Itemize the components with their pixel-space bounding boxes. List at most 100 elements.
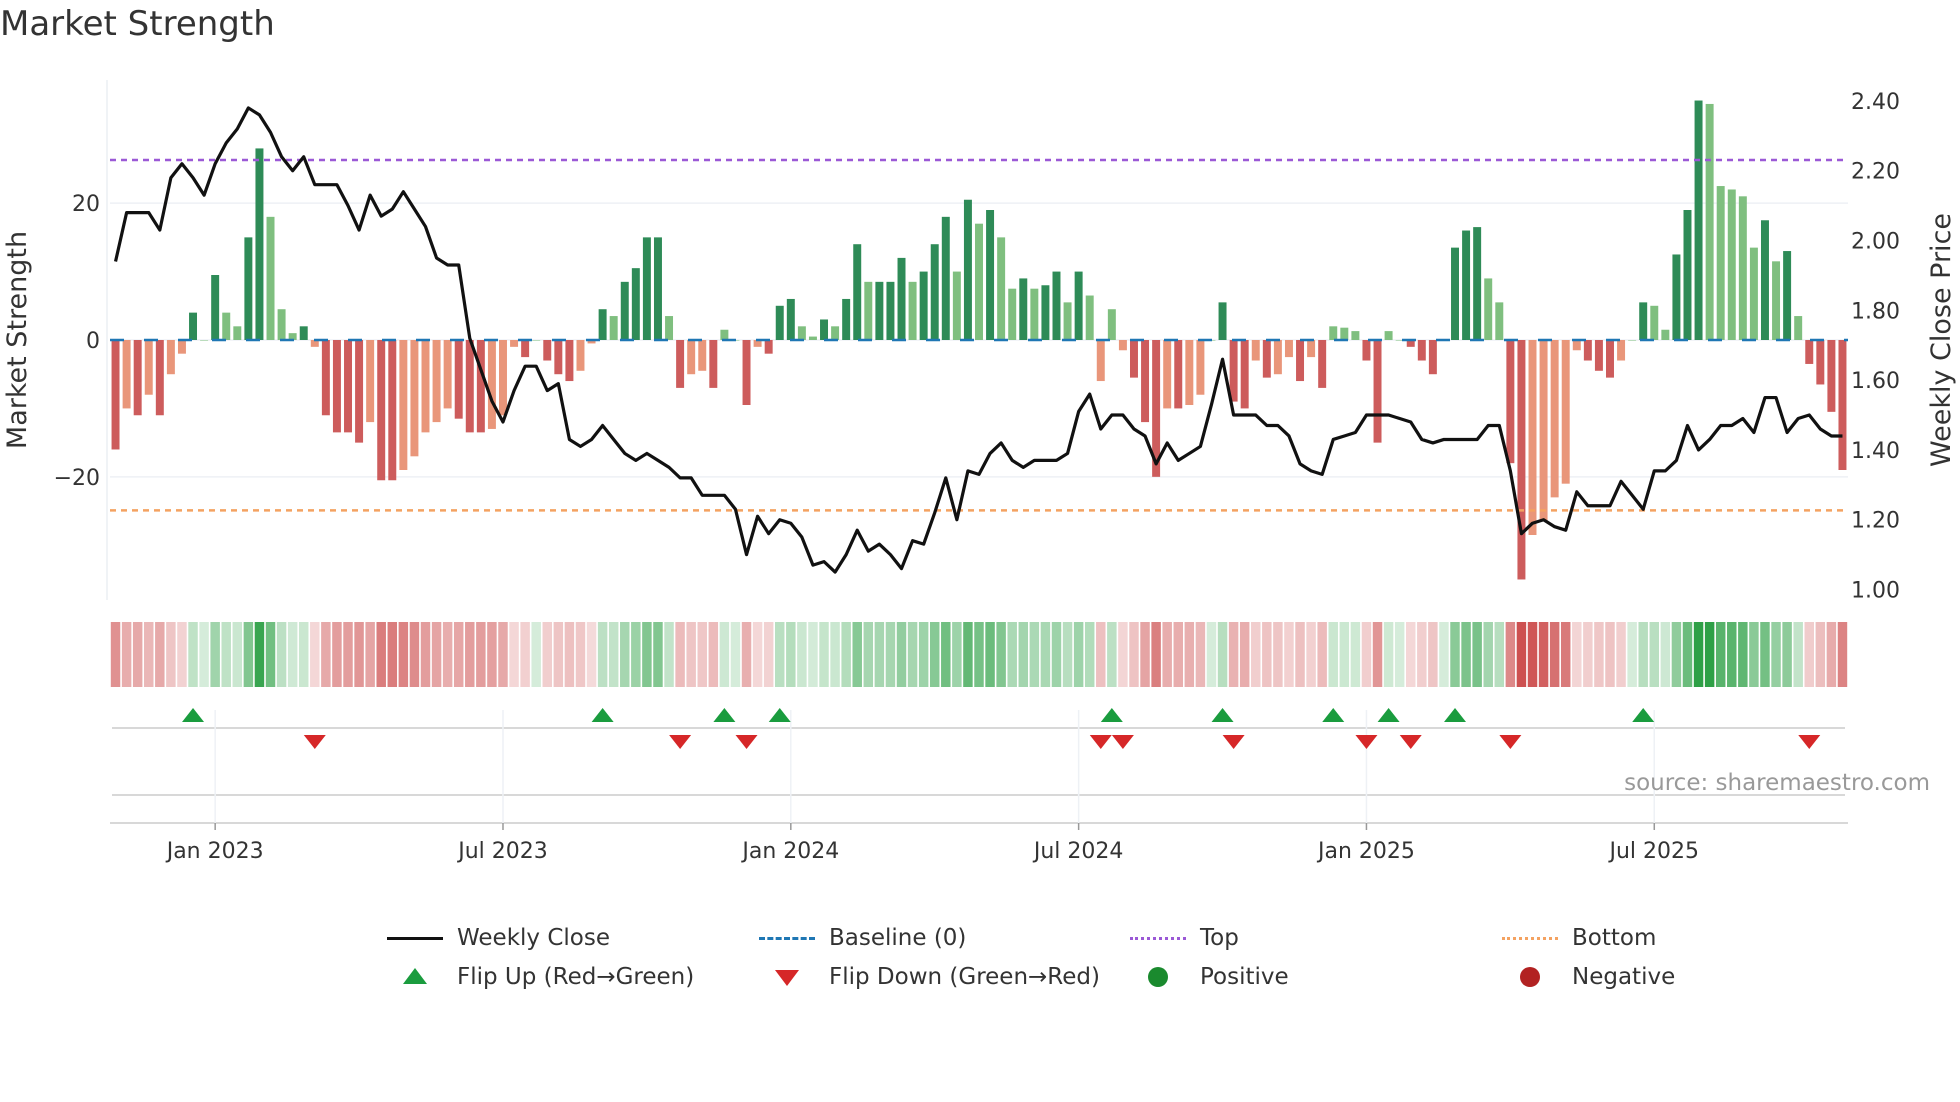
strength-bar [1451,247,1459,340]
strength-heat-cell [1505,622,1516,687]
strength-heat-cell [963,622,973,687]
strength-bar [366,340,375,423]
strength-bar [1838,340,1847,470]
strength-heat-cell [1173,622,1183,687]
strength-bar [1672,254,1681,340]
strength-heat-cell [863,622,874,687]
strength-heat-cell [321,622,331,687]
strength-heat-cell [1771,622,1781,687]
strength-heat-cell [885,622,896,687]
strength-bar [1694,100,1703,341]
strength-bar [565,340,574,382]
strength-heat-cell [221,622,231,687]
strength-heat-cell [1195,622,1206,687]
strength-heat-cell [1461,622,1471,687]
strength-heat-cell [1239,622,1250,687]
strength-bar [277,309,286,340]
strength-heat-cell [1062,622,1073,687]
strength-heat-cell [841,622,851,687]
strength-bar [111,340,120,450]
strength-heat-cell [1251,622,1261,687]
flip-down-marker [1355,735,1378,749]
strength-heat-cell [1051,622,1062,687]
strength-bar [244,237,253,340]
strength-heat-cell [719,622,730,687]
flip-up-marker [768,708,791,722]
strength-heat-cell [1084,622,1095,687]
strength-heat-cell [387,622,398,687]
strength-bar [1129,340,1138,378]
strength-heat-cell [265,622,276,687]
strength-bar [377,340,386,481]
flip-down-marker [735,735,758,749]
strength-bar [344,340,352,433]
strength-heat-cell [1671,622,1682,687]
strength-bar [1705,103,1714,341]
strength-heat-cell [775,622,785,687]
strength-bar [786,298,795,340]
strength-bar [1628,340,1637,341]
strength-heat-cell [409,622,420,687]
strength-bar [952,271,961,340]
strength-heat-cell [1295,622,1305,687]
strength-heat-cell [1549,622,1560,687]
strength-heat-cell [1627,622,1637,687]
y2-tick-label: 1.60 [1851,369,1900,394]
strength-heat-cell [542,622,553,687]
strength-bar [797,326,806,340]
x-tick-label: Jan 2024 [740,839,839,864]
strength-bar [875,281,884,340]
strength-bar [1118,340,1127,351]
strength-bar [653,237,662,340]
strength-bar [919,271,928,340]
strength-heat-cell [1483,622,1493,687]
legend-item: Negative [1500,964,1675,990]
strength-bar [1716,186,1725,340]
legend-label: Flip Down (Green→Red) [829,964,1100,990]
strength-heat-cell [553,622,564,687]
strength-bar [1041,285,1050,340]
strength-heat-cell [365,622,375,687]
strength-bar [465,340,474,433]
flip-up-marker [1322,708,1345,722]
strength-bar [189,312,198,340]
strength-heat-cell [1361,622,1372,687]
strength-bar [997,237,1006,340]
strength-bar [233,326,242,340]
strength-heat-cell [1826,622,1837,687]
strength-heat-cell [642,622,652,687]
strength-bar [1307,340,1316,358]
legend-label: Flip Up (Red→Green) [457,964,695,990]
strength-bar [1030,288,1039,340]
strength-bar [332,340,341,433]
strength-heat-cell [1273,622,1283,687]
y2-tick-label: 2.20 [1851,160,1900,185]
strength-heat-cell [354,622,364,687]
strength-heat-cell [398,622,409,687]
strength-heat-cell [1073,622,1084,687]
strength-bar [1805,340,1814,364]
strength-heat-cell [1040,622,1051,687]
strength-heat-cell [786,622,796,687]
strength-bar [598,309,607,340]
strength-bar [521,340,530,358]
strength-bar [1738,196,1747,340]
y2-tick-label: 2.00 [1851,230,1900,255]
strength-heat-cell [1638,622,1648,687]
strength-bar [543,340,552,361]
strength-heat-cell [121,622,132,687]
y-tick-label: 0 [86,329,100,354]
strength-bar [642,237,651,340]
y-tick-label: −20 [54,466,100,491]
strength-bar [1594,340,1603,371]
strength-bar [421,340,430,433]
strength-heat-cell [1228,622,1239,687]
strength-bar [1163,340,1172,409]
flip-up-marker [1632,708,1655,722]
strength-bar [808,336,817,340]
strength-heat-cell [1162,622,1172,687]
strength-bar [764,340,773,354]
circle-icon [1128,964,1188,990]
strength-bar [166,340,175,375]
strength-bar [1428,340,1437,375]
